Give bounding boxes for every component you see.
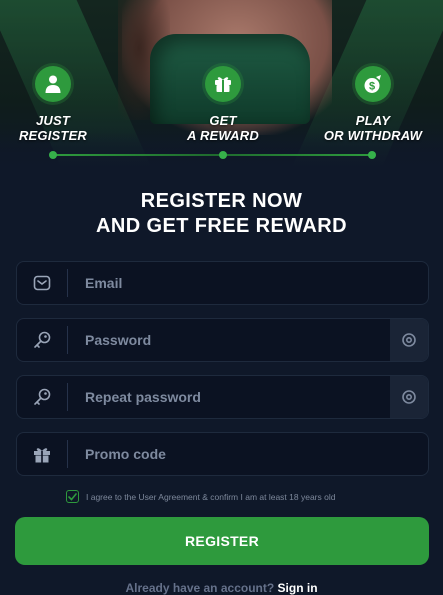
agreement-row: I agree to the User Agreement & confirm … <box>66 490 335 503</box>
eye-icon <box>402 333 416 347</box>
checkmark-icon <box>68 492 77 501</box>
signin-prompt: Already have an account? <box>125 581 275 595</box>
show-password-toggle[interactable] <box>390 319 428 361</box>
key-icon <box>17 319 67 361</box>
agreement-checkbox[interactable] <box>66 490 79 503</box>
signin-row: Already have an account? Sign in <box>0 581 443 595</box>
password-field[interactable] <box>16 318 429 362</box>
user-icon <box>45 75 61 93</box>
promo-code-input[interactable] <box>68 432 428 476</box>
step-withdraw-label: PLAY OR WITHDRAW <box>323 113 423 143</box>
register-button[interactable]: REGISTER <box>15 517 429 565</box>
promo-code-field[interactable] <box>16 432 429 476</box>
signin-link[interactable]: Sign in <box>278 581 318 595</box>
money-bag-icon: $ <box>364 75 381 93</box>
step-reward-label: GET A REWARD <box>187 113 259 143</box>
step-withdraw-badge: $ <box>355 66 391 102</box>
email-field[interactable] <box>16 261 429 305</box>
agreement-text: I agree to the User Agreement & confirm … <box>86 491 336 502</box>
gift-icon <box>215 77 231 92</box>
repeat-password-field[interactable] <box>16 375 429 419</box>
repeat-password-input[interactable] <box>68 375 390 419</box>
mail-icon <box>17 262 67 304</box>
show-repeat-password-toggle[interactable] <box>390 376 428 418</box>
password-input[interactable] <box>68 318 390 362</box>
gift-icon <box>17 433 67 475</box>
email-input[interactable] <box>68 261 428 305</box>
step-dot <box>49 151 57 159</box>
svg-text:$: $ <box>369 81 375 93</box>
step-dot <box>368 151 376 159</box>
step-reward-badge <box>205 66 241 102</box>
page-title: REGISTER NOW AND GET FREE REWARD <box>96 190 347 237</box>
eye-icon <box>402 390 416 404</box>
step-register-badge <box>35 66 71 102</box>
steps-progress-line <box>53 154 373 156</box>
step-register-label: JUST REGISTER <box>18 113 88 143</box>
step-dot <box>219 151 227 159</box>
key-icon <box>17 376 67 418</box>
